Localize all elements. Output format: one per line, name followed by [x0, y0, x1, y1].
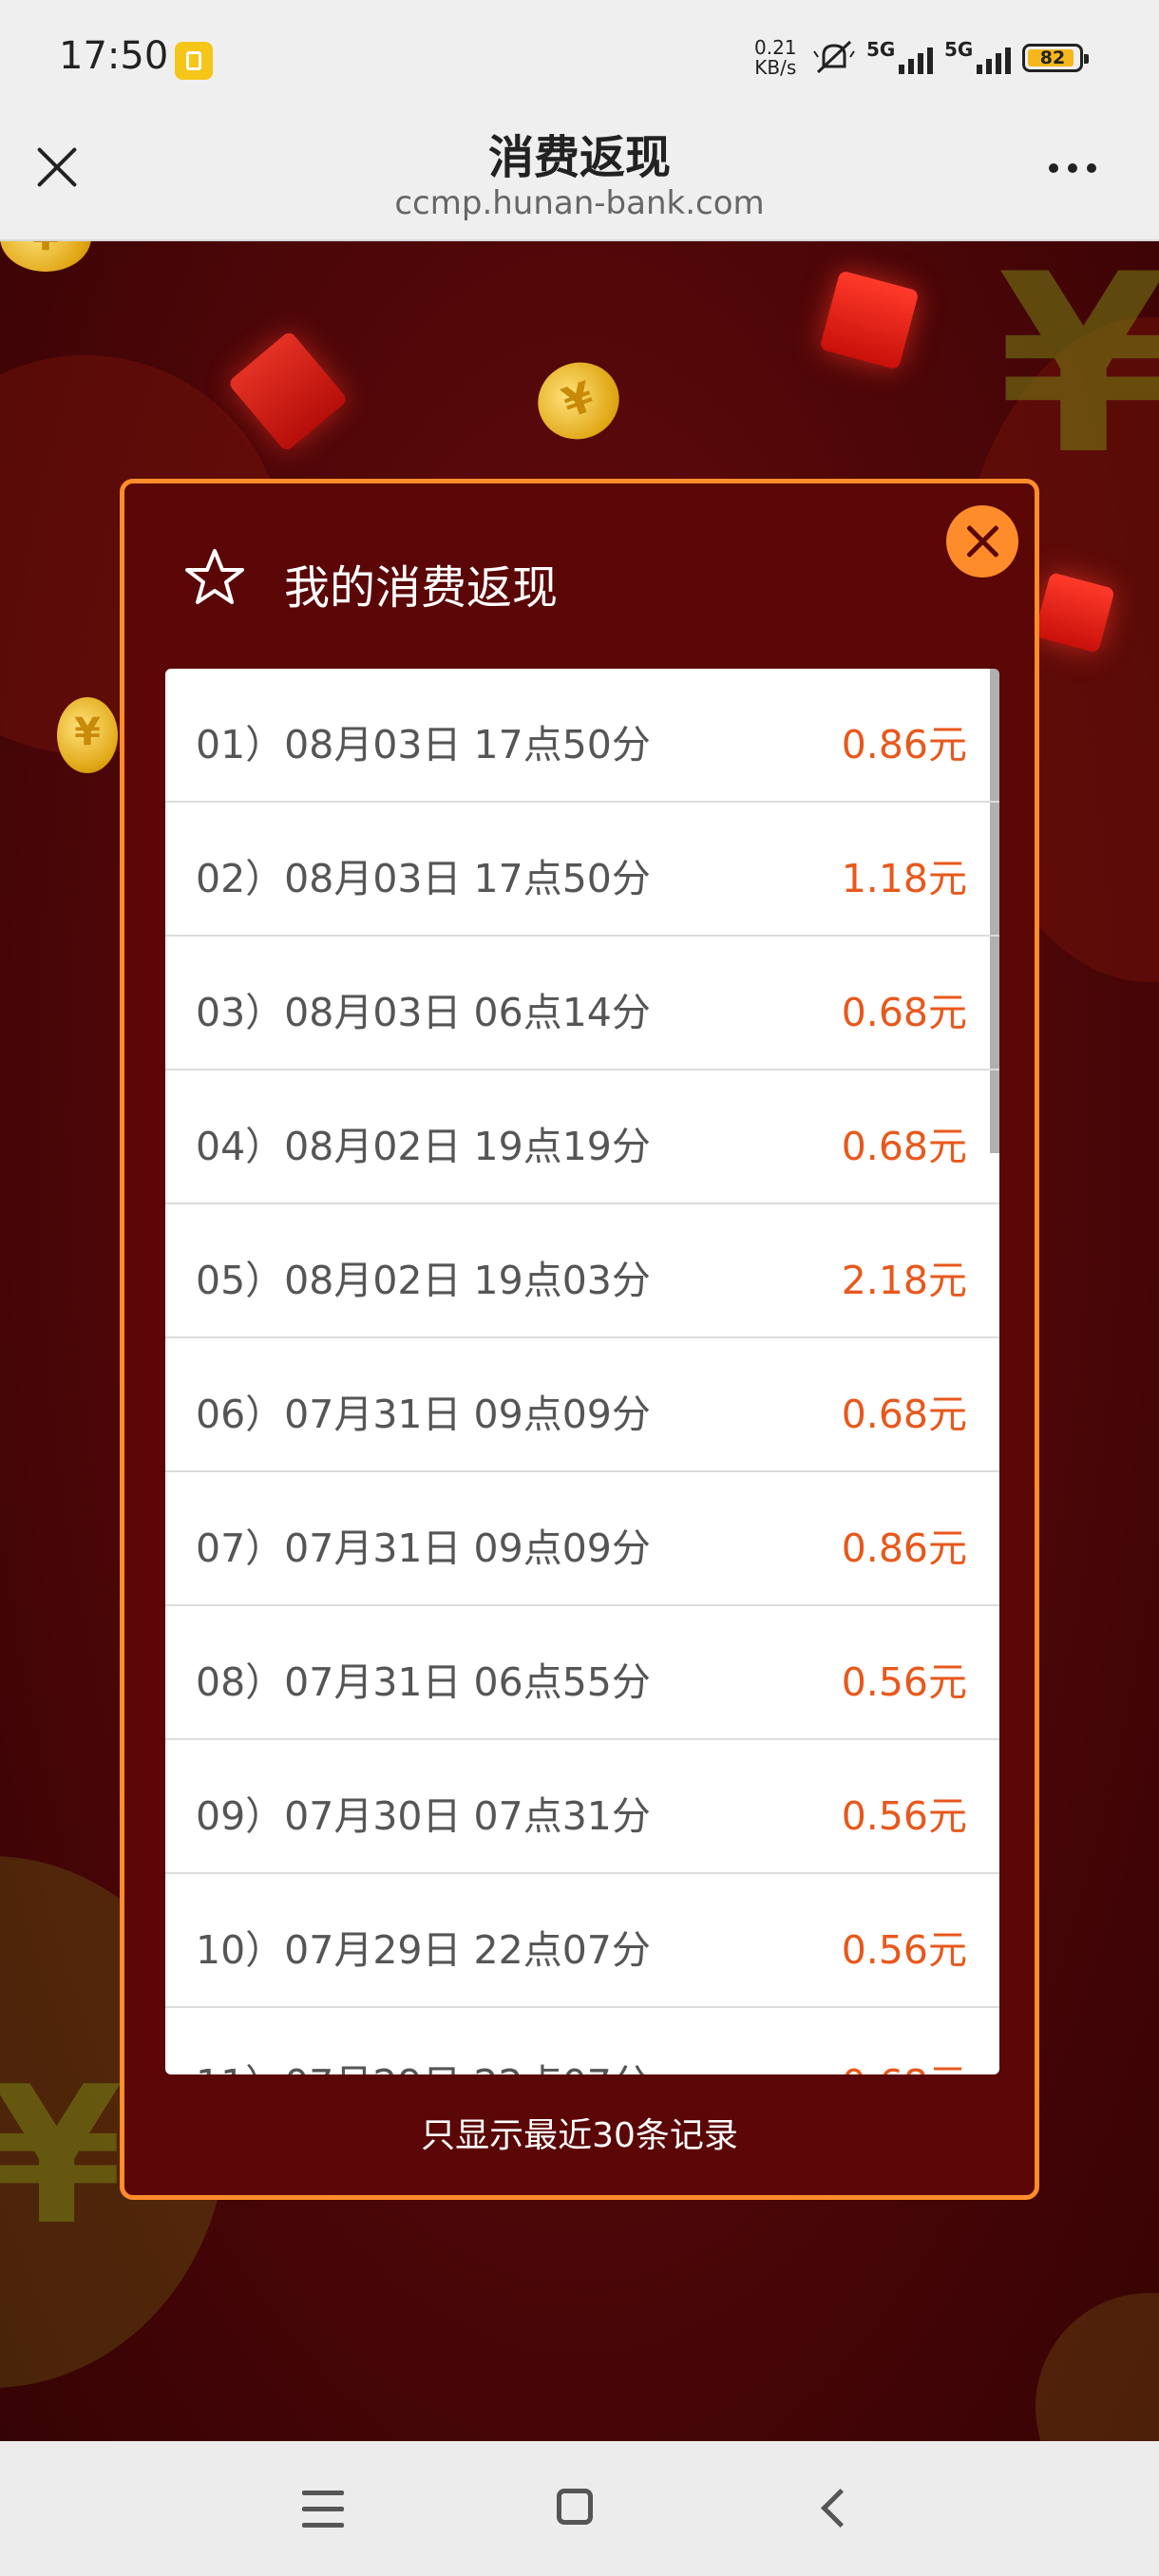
- record-time: 11）07月29日 22点07分: [196, 2052, 651, 2074]
- list-item: 10）07月29日 22点07分 0.56元: [165, 1874, 999, 2008]
- list-item: 07）07月31日 09点09分 0.86元: [165, 1472, 999, 1606]
- cashback-modal: 我的消费返现 01）08月03日 17点50分 0.86元 02）08月03日 …: [120, 479, 1039, 2200]
- record-time: 10）07月29日 22点07分: [196, 1927, 651, 1973]
- record-time: 09）07月30日 07点31分: [196, 1793, 651, 1839]
- page-title: 消费返现: [487, 131, 671, 184]
- network-speed-value: 0.21: [754, 36, 797, 59]
- list-item: 09）07月30日 07点31分 0.56元: [165, 1740, 999, 1874]
- system-nav-bar: [0, 2441, 1159, 2576]
- coin-decoration: [526, 350, 631, 451]
- coin-decoration: [0, 241, 91, 272]
- mute-icon: [813, 40, 855, 74]
- back-icon[interactable]: [815, 2487, 853, 2532]
- home-icon[interactable]: [557, 2489, 593, 2525]
- cashback-records-list[interactable]: 01）08月03日 17点50分 0.86元 02）08月03日 17点50分 …: [165, 669, 999, 2074]
- record-time: 04）08月02日 19点19分: [196, 1124, 651, 1169]
- list-item: 11）07月29日 22点07分 0.68元: [165, 2008, 999, 2074]
- page-url: ccmp.hunan-bank.com: [394, 184, 765, 222]
- list-item: 03）08月03日 06点14分 0.68元: [165, 937, 999, 1070]
- records-footnote: 只显示最近30条记录: [421, 2116, 738, 2155]
- list-item: 01）08月03日 17点50分 0.86元: [165, 669, 999, 803]
- star-icon: [185, 549, 244, 604]
- coin-decoration: [57, 697, 118, 773]
- record-time: 07）07月31日 09点09分: [196, 1525, 651, 1571]
- list-item: 05）08月02日 19点03分 2.18元: [165, 1204, 999, 1338]
- record-amount: 0.68元: [842, 2052, 967, 2074]
- sim-card-icon: [175, 42, 213, 80]
- list-item: 02）08月03日 17点50分 1.18元: [165, 803, 999, 937]
- more-options-icon[interactable]: [1049, 163, 1096, 173]
- record-amount: 0.68元: [841, 1124, 967, 1169]
- yen-decoration: ¥: [0, 2046, 124, 2267]
- record-amount: 0.86元: [841, 1525, 967, 1571]
- status-bar: 17:50 0.21 KB/s 5G 5G 82: [0, 0, 1159, 104]
- record-time: 05）08月02日 19点03分: [196, 1258, 651, 1303]
- record-time: 08）07月31日 06点55分: [196, 1659, 651, 1705]
- record-amount: 0.68元: [841, 990, 967, 1035]
- network-speed: 0.21 KB/s: [754, 38, 797, 78]
- record-amount: 1.18元: [841, 856, 967, 901]
- list-item: 08）07月31日 06点55分 0.56元: [165, 1606, 999, 1740]
- record-amount: 0.68元: [841, 1392, 967, 1437]
- record-time: 01）08月03日 17点50分: [196, 722, 651, 767]
- yen-decoration: ¥: [998, 241, 1159, 509]
- list-item: 04）08月02日 19点19分 0.68元: [165, 1070, 999, 1204]
- modal-title: 我的消费返现: [284, 561, 559, 615]
- record-time: 06）07月31日 09点09分: [196, 1392, 651, 1437]
- list-item: 06）07月31日 09点09分 0.68元: [165, 1338, 999, 1472]
- record-amount: 2.18元: [841, 1258, 967, 1303]
- battery-level: 82: [1039, 47, 1066, 68]
- record-amount: 0.56元: [841, 1793, 967, 1839]
- record-time: 03）08月03日 06点14分: [196, 990, 651, 1035]
- modal-close-icon[interactable]: [946, 505, 1018, 578]
- signal-strength-icon: 5G: [866, 38, 933, 78]
- record-amount: 0.86元: [841, 722, 967, 767]
- record-time: 02）08月03日 17点50分: [196, 856, 651, 901]
- red-packet-decoration: [227, 330, 349, 453]
- signal-strength-icon: 5G: [944, 38, 1011, 78]
- status-time: 17:50: [59, 34, 169, 78]
- record-amount: 0.56元: [841, 1659, 967, 1705]
- menu-icon[interactable]: [302, 2491, 344, 2529]
- browser-header: 消费返现 ccmp.hunan-bank.com: [0, 104, 1159, 241]
- network-speed-unit: KB/s: [754, 56, 797, 79]
- record-amount: 0.56元: [841, 1927, 967, 1973]
- red-packet-decoration: [819, 270, 920, 370]
- battery-icon: 82: [1022, 44, 1089, 72]
